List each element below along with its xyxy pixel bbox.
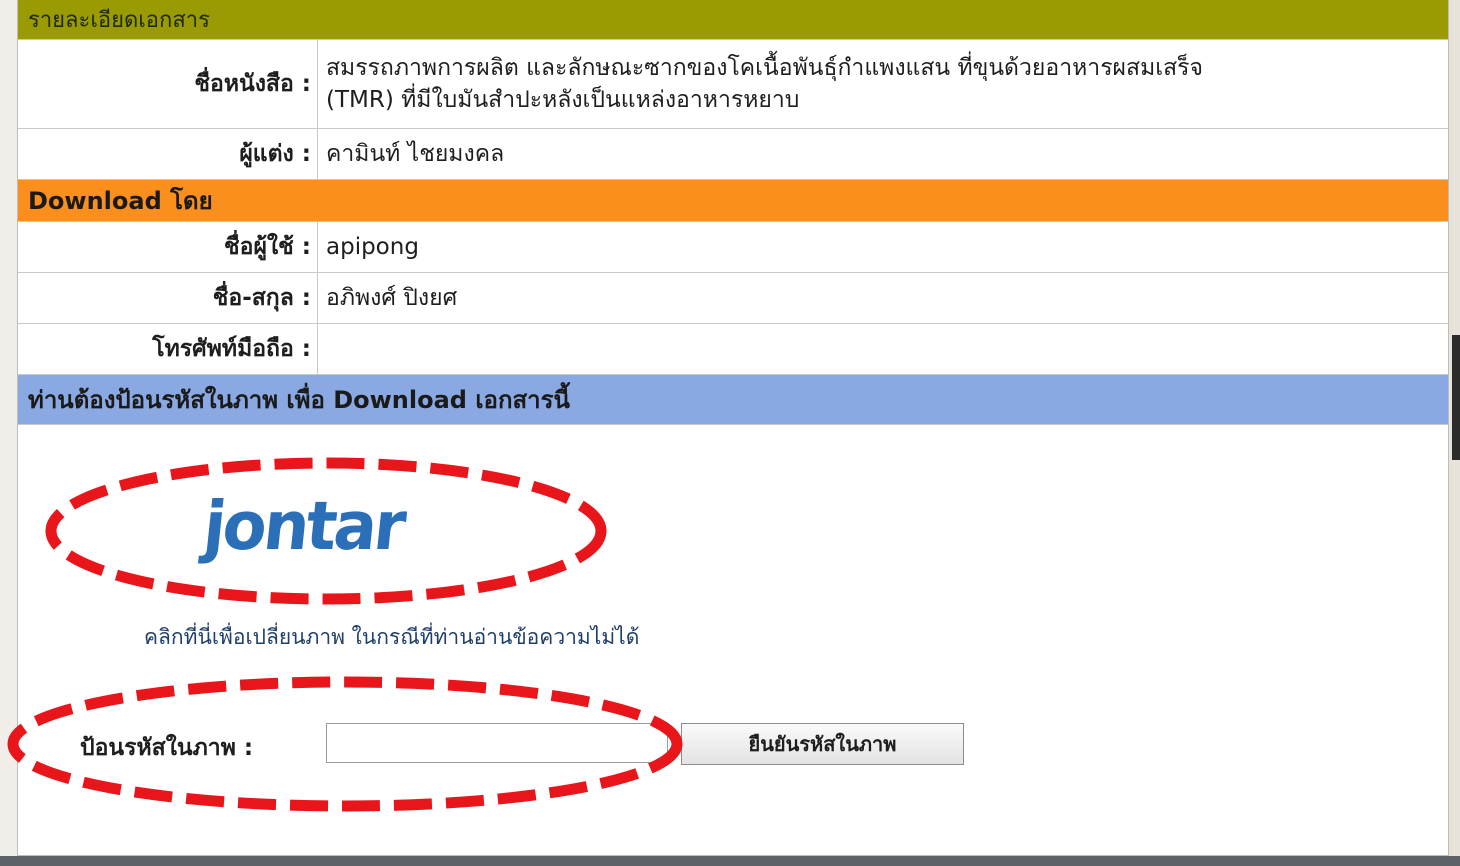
mobile-label: โทรศัพท์มือถือ : [18, 324, 318, 374]
captcha-image: jontar [199, 488, 407, 566]
book-title-line-2: (TMR) ที่มีใบมันสำปะหลังเป็นแหล่งอาหารหย… [326, 87, 800, 113]
captcha-input-label: ป้อนรหัสในภาพ : [80, 735, 254, 761]
document-details-header: รายละเอียดเอกสาร [18, 0, 1448, 40]
book-title-value: สมรรถภาพการผลิต และลักษณะซากของโคเนื้อพั… [318, 40, 1448, 128]
fullname-row: ชื่อ-สกุล : อภิพงศ์ ปิงยศ [18, 273, 1448, 324]
book-title-row: ชื่อหนังสือ : สมรรถภาพการผลิต และลักษณะซ… [18, 40, 1448, 129]
confirm-captcha-button[interactable]: ยืนยันรหัสในภาพ [681, 723, 964, 765]
captcha-instruction-header: ท่านต้องป้อนรหัสในภาพ เพื่อ Download เอก… [18, 375, 1448, 425]
fullname-value: อภิพงศ์ ปิงยศ [326, 285, 458, 311]
captcha-area: jontar คลิกที่นี่เพื่อเปลี่ยนภาพ ในกรณีท… [18, 425, 1448, 852]
refresh-captcha-link[interactable]: คลิกที่นี่เพื่อเปลี่ยนภาพ ในกรณีที่ท่านอ… [144, 621, 639, 654]
mobile-row: โทรศัพท์มือถือ : [18, 324, 1448, 375]
download-by-header: Download โดย [18, 180, 1448, 222]
author-value: คามินท์ ไชยมงคล [326, 141, 505, 167]
captcha-code-input[interactable] [326, 723, 668, 763]
page-bottom-bar [0, 856, 1460, 866]
username-row: ชื่อผู้ใช้ : apipong [18, 222, 1448, 273]
author-row: ผู้แต่ง : คามินท์ ไชยมงคล [18, 129, 1448, 180]
mobile-value [318, 324, 1448, 374]
username-label: ชื่อผู้ใช้ : [18, 222, 318, 272]
document-download-panel: รายละเอียดเอกสาร ชื่อหนังสือ : สมรรถภาพก… [17, 0, 1449, 856]
book-title-label: ชื่อหนังสือ : [18, 40, 318, 128]
username-value: apipong [326, 234, 419, 260]
page-side-dark-tab [1452, 335, 1460, 460]
author-label: ผู้แต่ง : [18, 129, 318, 179]
fullname-label: ชื่อ-สกุล : [18, 273, 318, 323]
book-title-line-1: สมรรถภาพการผลิต และลักษณะซากของโคเนื้อพั… [326, 55, 1203, 81]
